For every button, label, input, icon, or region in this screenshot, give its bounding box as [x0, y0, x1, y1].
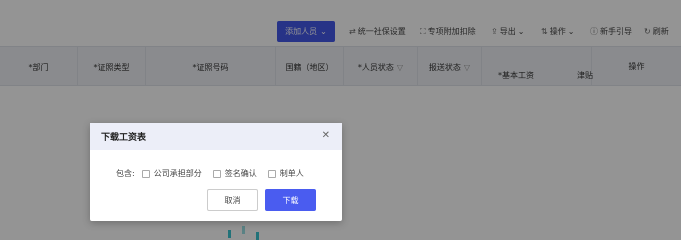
checkbox-preparer-label: 制单人 — [279, 169, 304, 178]
checkbox-box[interactable] — [212, 169, 221, 178]
checkbox-preparer[interactable]: 制单人 — [267, 168, 304, 179]
checkbox-signature-label: 签名确认 — [224, 169, 257, 178]
download-button[interactable]: 下载 — [265, 189, 316, 211]
close-icon[interactable]: ✕ — [322, 131, 330, 141]
checkbox-signature[interactable]: 签名确认 — [212, 168, 257, 179]
cancel-button[interactable]: 取消 — [207, 189, 258, 211]
checkbox-box[interactable] — [141, 169, 150, 178]
dialog-header: 下载工资表 — [90, 123, 342, 150]
checkbox-box[interactable] — [267, 169, 276, 178]
checkbox-company-part[interactable]: 公司承担部分 — [141, 168, 202, 179]
include-label: 包含: — [116, 169, 135, 178]
checkbox-company-part-label: 公司承担部分 — [153, 169, 202, 178]
include-options: 包含: 公司承担部分 签名确认 制单人 — [116, 168, 315, 179]
dialog-title: 下载工资表 — [101, 133, 147, 143]
download-payroll-dialog: 下载工资表 ✕ 包含: 公司承担部分 签名确认 制单人 取消 下载 — [90, 123, 342, 221]
